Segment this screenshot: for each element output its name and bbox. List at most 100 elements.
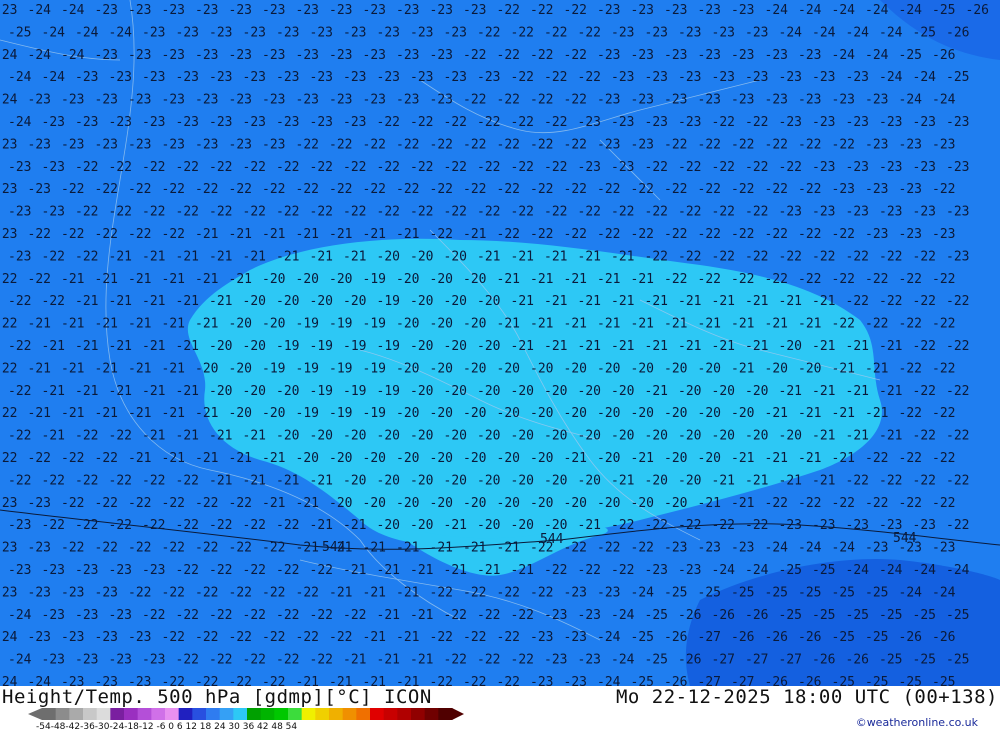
scale-swatch: [165, 708, 180, 720]
temperature-label: -20: [698, 361, 721, 376]
scale-swatch: [42, 708, 57, 720]
temperature-label: -24: [8, 653, 32, 668]
temperature-label: -20: [444, 429, 467, 444]
temperature-label: -20: [377, 429, 400, 444]
temperature-label: -22: [343, 205, 366, 220]
temperature-label: -26: [745, 608, 768, 623]
temperature-label: -22: [310, 205, 333, 220]
temperature-label: -23: [0, 496, 17, 511]
temperature-label: -25: [865, 630, 888, 645]
temperature-label: -24: [28, 48, 52, 63]
temperature-label: -26: [899, 630, 922, 645]
temperature-label: -25: [899, 675, 922, 686]
temperature-label: -23: [75, 115, 98, 130]
temperature-label: -22: [645, 249, 668, 264]
temperature-label: -22: [162, 496, 185, 511]
temperature-label: -22: [42, 473, 65, 488]
temperature-label: -19: [296, 361, 319, 376]
temperature-label: -22: [176, 473, 199, 488]
temperature-label: -22: [511, 653, 534, 668]
map-footer: Height/Temp. 500 hPa [gdmp][°C] ICON Mo …: [0, 686, 1000, 733]
temperature-label: -21: [578, 518, 601, 533]
temperature-label: -23: [142, 115, 165, 130]
temperature-label: -23: [162, 48, 185, 63]
temperature-label: -21: [195, 317, 218, 332]
temperature-label: -22: [798, 137, 821, 152]
temperature-label: -20: [530, 361, 553, 376]
temperature-label: -20: [530, 406, 553, 421]
temperature-label: -20: [243, 384, 266, 399]
scale-swatch: [233, 708, 248, 720]
temperature-label: -22: [645, 205, 668, 220]
temperature-label: -21: [95, 317, 118, 332]
temperature-label: -21: [865, 406, 888, 421]
temperature-label: -22: [477, 115, 500, 130]
scale-swatch: [397, 708, 412, 720]
temperature-label: -24: [779, 25, 803, 40]
temperature-label: -21: [329, 675, 352, 686]
temperature-label: -21: [765, 451, 788, 466]
temperature-label: -22: [664, 227, 687, 242]
scale-swatch: [274, 708, 289, 720]
temperature-label: -20: [430, 272, 453, 287]
credit-link[interactable]: ©weatheronline.co.uk: [856, 716, 978, 729]
scale-arrow-right: [452, 708, 464, 720]
temperature-label: -22: [530, 227, 553, 242]
temperature-label: -21: [176, 339, 199, 354]
temperature-label: -21: [28, 317, 51, 332]
temperature-label: -21: [209, 294, 232, 309]
temperature-label: -21: [142, 384, 165, 399]
temperature-label: -19: [363, 406, 386, 421]
temperature-label: -23: [262, 3, 285, 18]
temperature-label: -23: [597, 585, 620, 600]
temperature-label: -22: [42, 294, 65, 309]
temperature-label: -19: [377, 294, 400, 309]
temperature-label: -22: [564, 93, 587, 108]
temperature-label: -22: [511, 608, 534, 623]
temperature-label: -24: [61, 48, 85, 63]
temperature-label: -23: [932, 541, 955, 556]
temperature-label: -22: [162, 541, 185, 556]
temperature-label: -22: [530, 585, 553, 600]
temperature-label: -21: [363, 585, 386, 600]
temperature-label: -22: [497, 137, 520, 152]
temperature-label: -23: [564, 585, 587, 600]
temperature-label: -22: [645, 160, 668, 175]
temperature-label: -21: [765, 317, 788, 332]
temperature-label: -24: [899, 93, 923, 108]
temperature-label: -22: [128, 541, 151, 556]
temperature-label: -21: [396, 630, 419, 645]
temperature-label: -24: [712, 563, 736, 578]
temperature-label: -20: [463, 451, 486, 466]
temperature-label: -20: [597, 451, 620, 466]
temperature-label: -25: [946, 608, 969, 623]
temperature-label: -25: [765, 585, 788, 600]
temperature-label: -25: [645, 653, 668, 668]
temperature-label: -23: [611, 70, 634, 85]
temperature-label: -20: [477, 384, 500, 399]
temperature-label: -22: [363, 182, 386, 197]
temperature-label: -23: [530, 630, 553, 645]
temperature-label: -21: [229, 227, 252, 242]
temperature-label: -23: [678, 115, 701, 130]
temperature-label: -21: [544, 294, 567, 309]
temperature-label: -21: [631, 317, 654, 332]
temperature-label: -23: [343, 115, 366, 130]
temperature-label: -20: [463, 406, 486, 421]
temperature-label: -20: [664, 496, 687, 511]
temperature-label: -21: [745, 339, 768, 354]
temperature-label: -19: [377, 384, 400, 399]
temperature-label: -20: [664, 361, 687, 376]
scale-swatch: [424, 708, 439, 720]
temperature-label: -23: [846, 205, 869, 220]
temperature-label: -22: [798, 182, 821, 197]
temperature-label: -21: [865, 361, 888, 376]
temperature-label: -22: [631, 541, 654, 556]
temperature-label: -23: [95, 93, 118, 108]
temperature-label: -21: [296, 541, 319, 556]
temperature-label: -25: [779, 563, 802, 578]
temperature-label: -26: [664, 630, 687, 645]
temperature-label: -22: [745, 205, 768, 220]
temperature-label: -23: [798, 93, 821, 108]
temperature-label: -23: [597, 48, 620, 63]
